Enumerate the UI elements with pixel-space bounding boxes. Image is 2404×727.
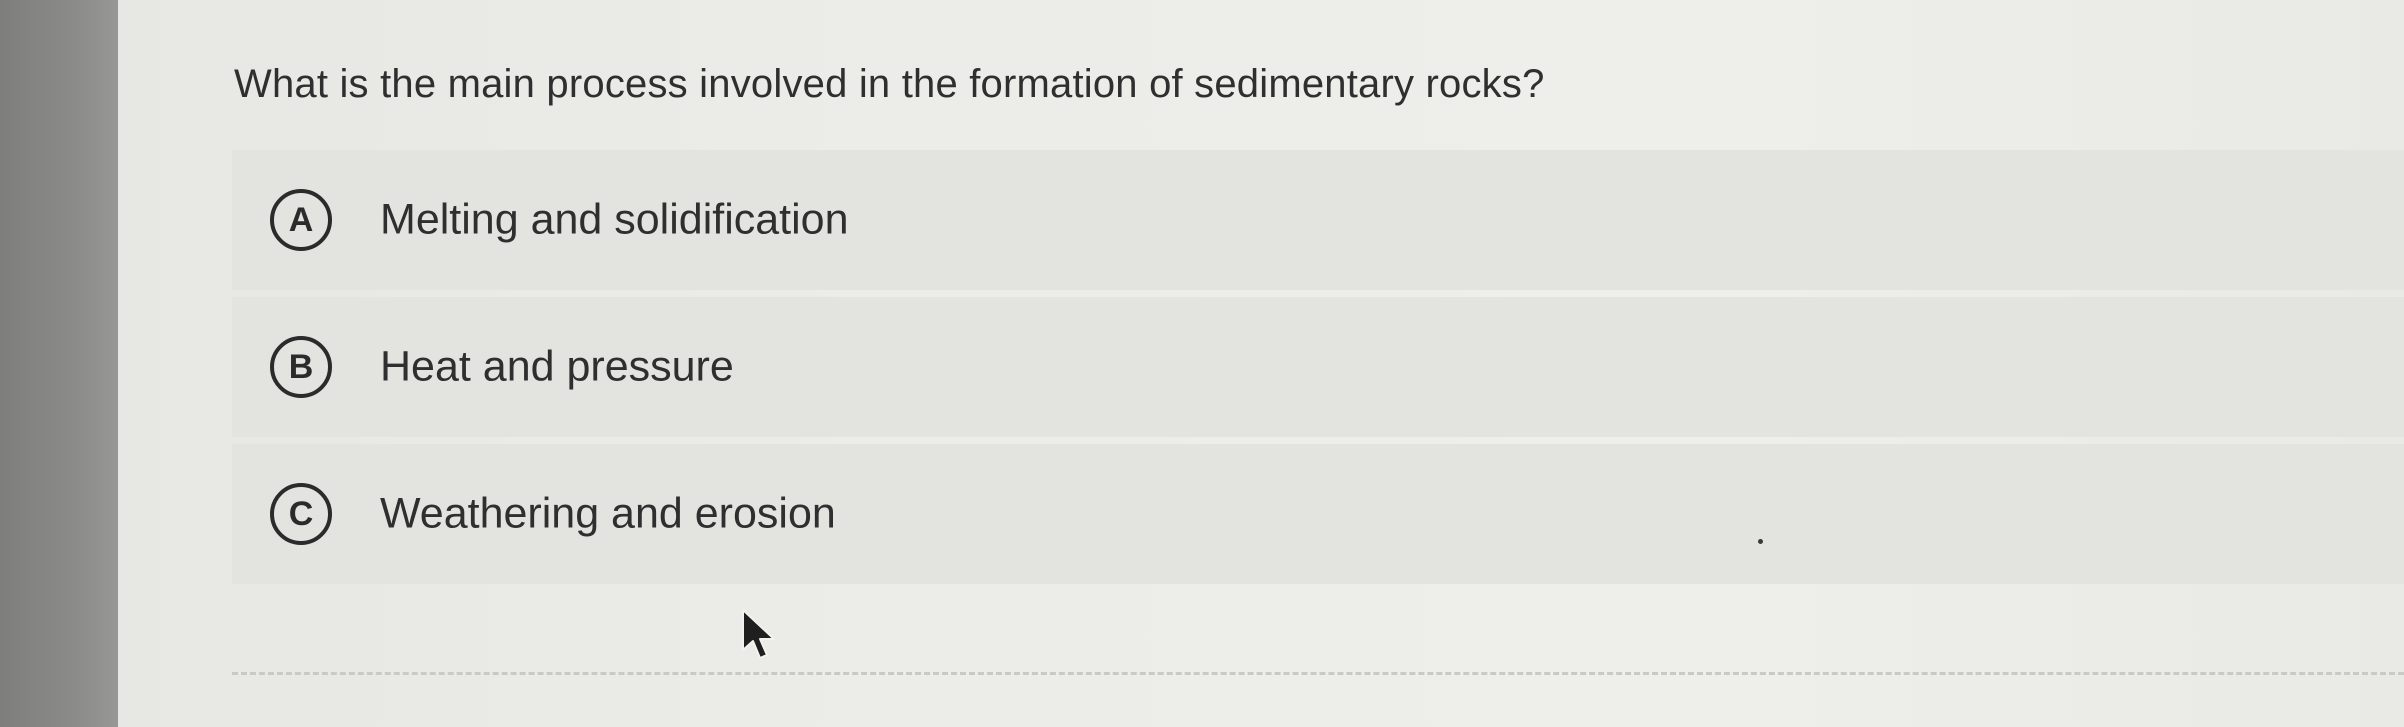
option-a-label: Melting and solidification — [380, 195, 849, 244]
option-c-label: Weathering and erosion — [380, 489, 836, 538]
question-text: What is the main process involved in the… — [234, 62, 1545, 106]
quiz-screen: What is the main process involved in the… — [118, 0, 2404, 727]
option-a[interactable]: A Melting and solidification — [232, 150, 2404, 290]
section-divider — [232, 672, 2404, 675]
screen-bezel — [0, 0, 118, 727]
option-a-letter-badge: A — [270, 189, 332, 251]
screen-speck — [1758, 539, 1763, 544]
mouse-pointer-icon — [742, 609, 775, 659]
answer-options: A Melting and solidification B Heat and … — [232, 150, 2404, 591]
option-b-label: Heat and pressure — [380, 342, 734, 391]
option-c[interactable]: C Weathering and erosion — [232, 444, 2404, 584]
option-c-letter-badge: C — [270, 483, 332, 545]
option-b[interactable]: B Heat and pressure — [232, 297, 2404, 437]
option-b-letter-badge: B — [270, 336, 332, 398]
